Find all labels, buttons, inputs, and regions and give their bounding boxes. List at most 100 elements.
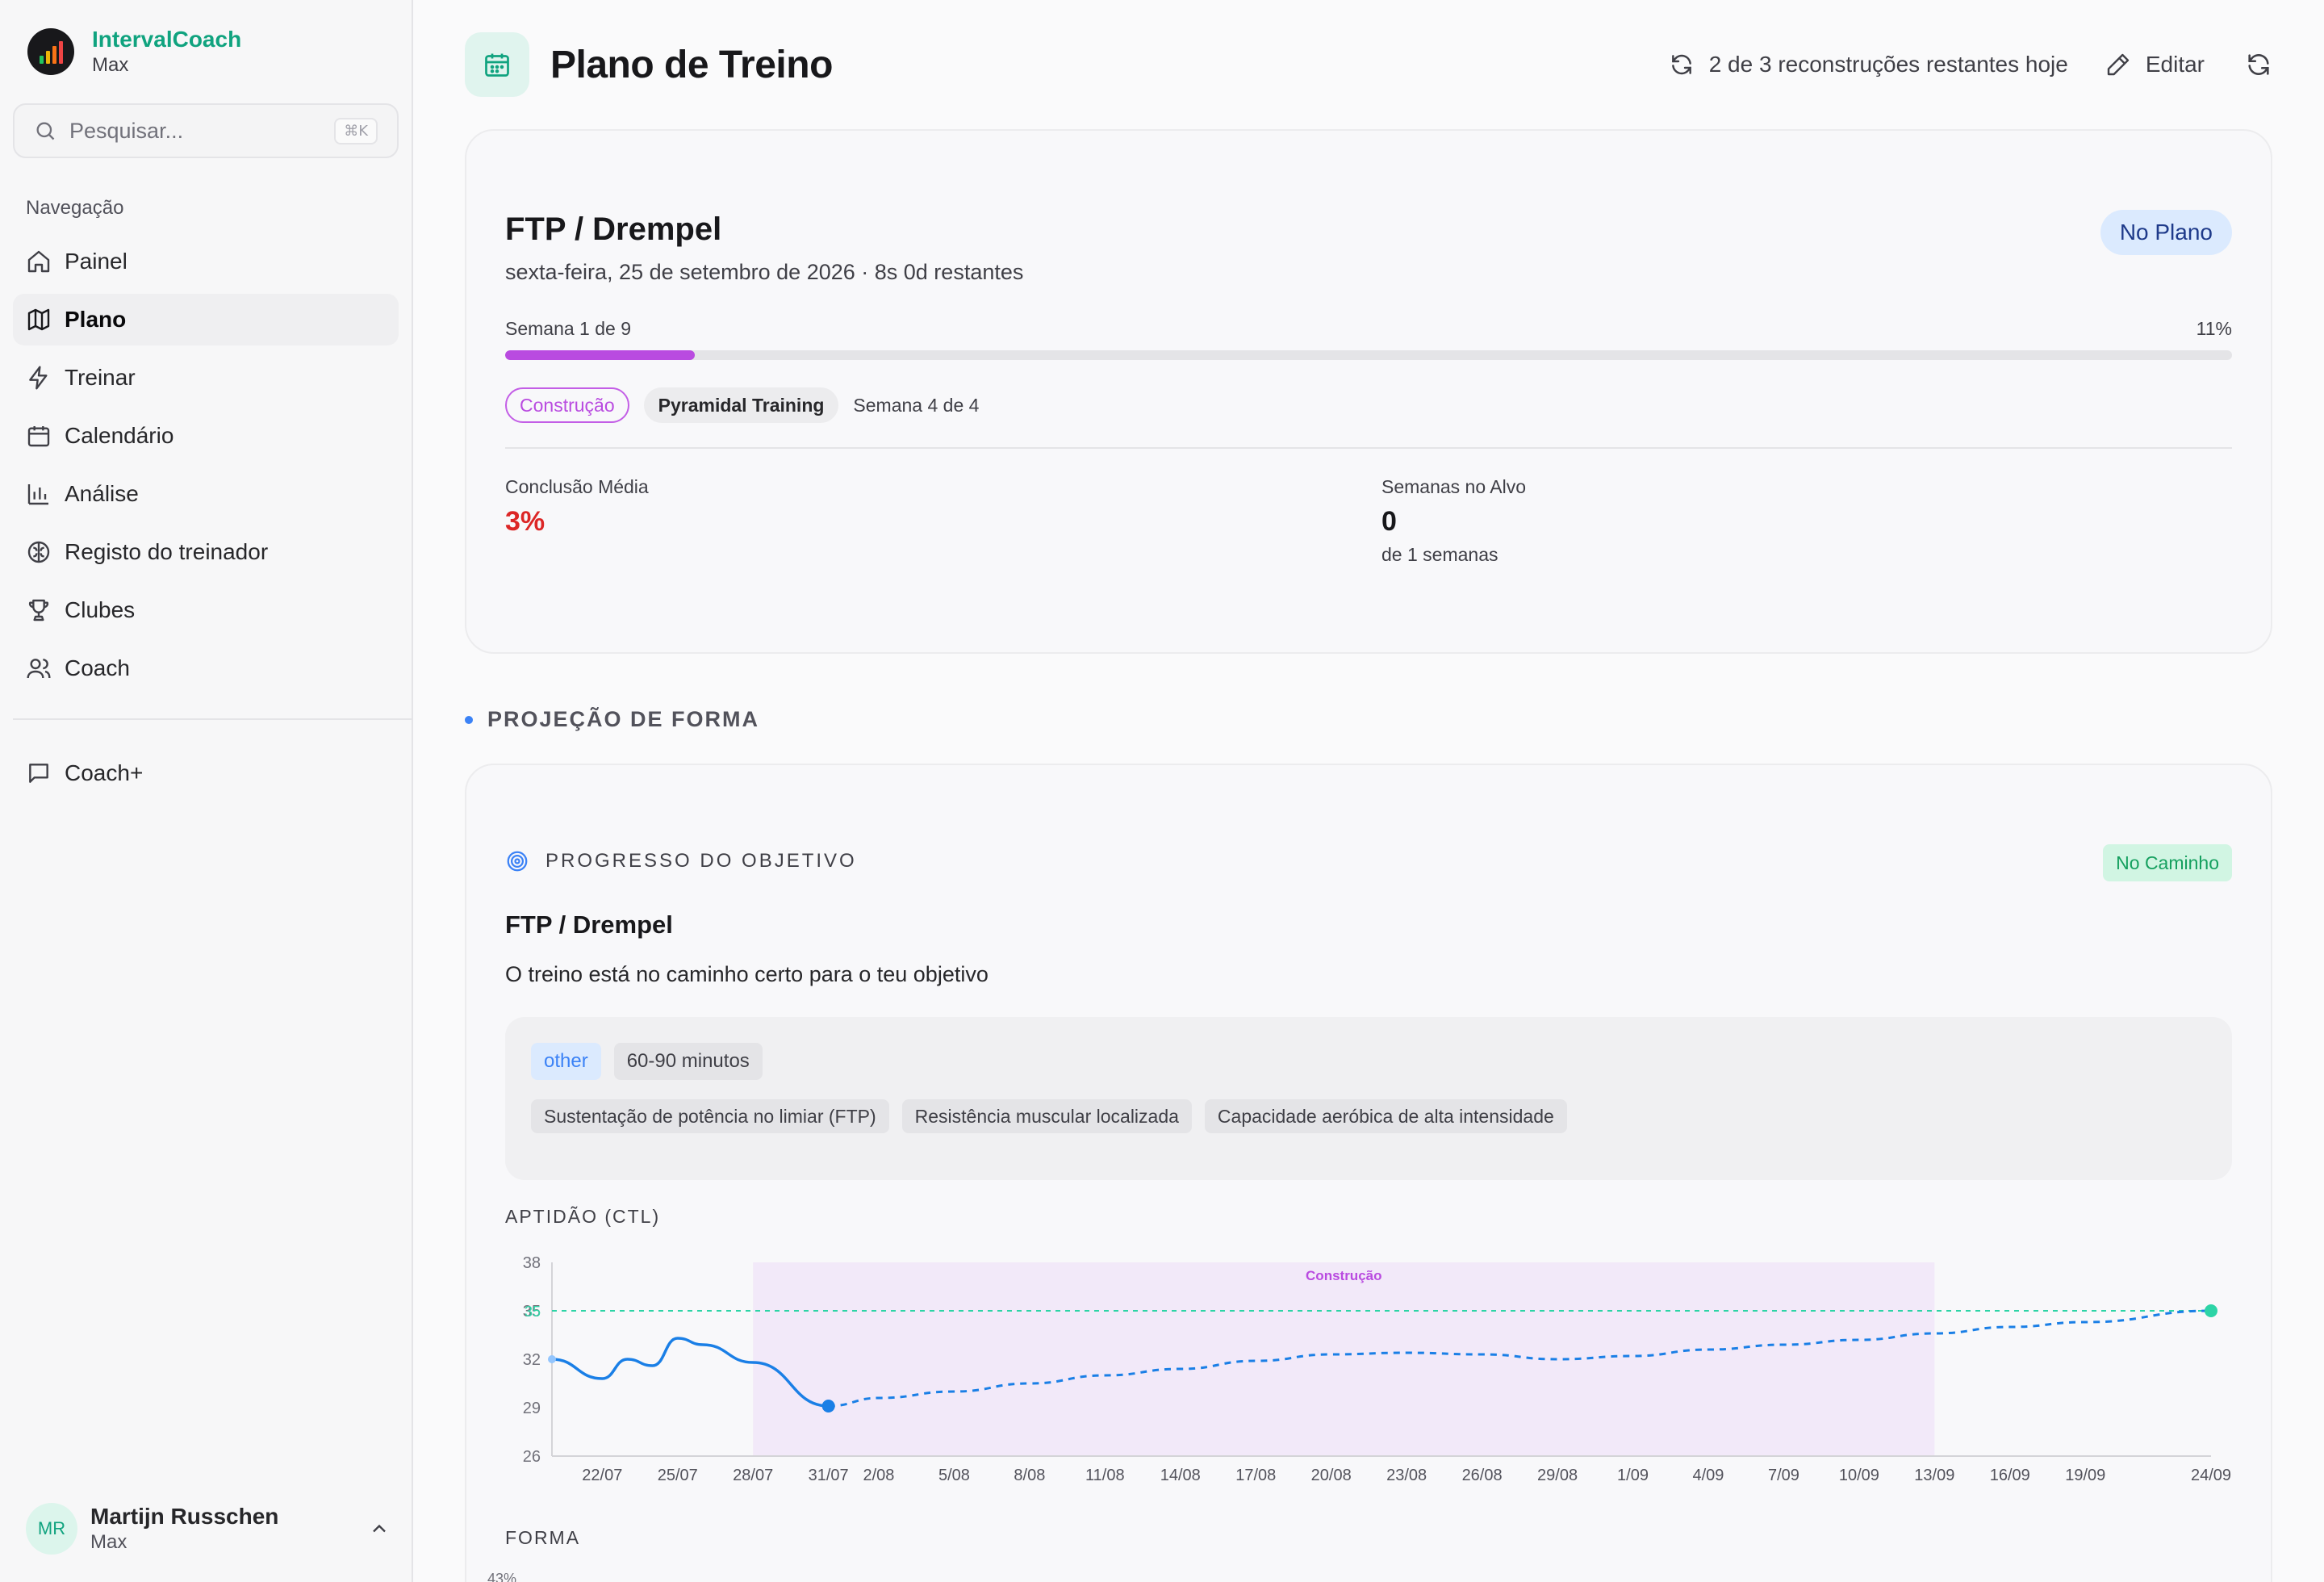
rebuilds-text: 2 de 3 reconstruções restantes hoje — [1708, 52, 2068, 77]
x-tick-label: 17/08 — [1235, 1467, 1276, 1484]
goal-type-chip: other — [531, 1043, 601, 1080]
block-tag: Pyramidal Training — [643, 387, 839, 423]
sidebar-item-painel[interactable]: Painel — [13, 236, 399, 287]
x-tick-label: 24/09 — [2191, 1467, 2231, 1484]
x-tick-label: 4/09 — [1693, 1467, 1724, 1484]
edit-button[interactable]: Editar — [2105, 52, 2205, 77]
search-icon — [36, 122, 55, 140]
search-shortcut: ⌘K — [334, 117, 378, 144]
calendar-icon — [27, 426, 50, 447]
search-placeholder: Pesquisar... — [69, 118, 184, 143]
status-badge: No Plano — [2100, 210, 2232, 255]
x-tick-label: 8/08 — [1014, 1467, 1045, 1484]
y-tick-label: 32 — [523, 1351, 541, 1369]
sidebar-divider — [13, 718, 412, 720]
sidebar-secondary-nav: Coach+ — [13, 747, 399, 806]
sidebar-nav: Painel Plano Treinar Calendário Análise … — [13, 236, 399, 701]
x-tick-label: 25/07 — [658, 1467, 698, 1484]
users-icon — [27, 659, 51, 679]
focus-chip: Resistência muscular localizada — [901, 1099, 1192, 1133]
sidebar-item-analise[interactable]: Análise — [13, 468, 399, 520]
x-tick-label: 23/08 — [1386, 1467, 1427, 1484]
weeks-on-target-stat: Semanas no Alvo 0 de 1 semanas — [1381, 476, 1526, 566]
target-label: 35 — [525, 1304, 541, 1320]
sidebar-item-registo[interactable]: Registo do treinador — [13, 526, 399, 578]
form-chart-tick: 43% — [487, 1571, 517, 1582]
sidebar-item-clubes[interactable]: Clubes — [13, 584, 399, 636]
refresh-icon — [1671, 54, 1691, 75]
map-icon — [27, 308, 50, 331]
section-dot — [465, 715, 473, 724]
sidebar-item-plano[interactable]: Plano — [13, 294, 399, 345]
nav-section-label: Navegação — [26, 197, 124, 219]
x-tick-label: 29/08 — [1537, 1467, 1578, 1484]
duration-chip: 60-90 minutos — [613, 1043, 763, 1080]
user-name: Martijn Russchen — [90, 1504, 279, 1529]
x-tick-label: 10/09 — [1839, 1467, 1879, 1484]
y-tick-label: 38 — [523, 1254, 541, 1272]
x-tick-label: 28/07 — [733, 1467, 773, 1484]
x-tick-label: 16/09 — [1990, 1467, 2030, 1484]
goal-progress-card: PROGRESSO DO OBJETIVO No Caminho FTP / D… — [465, 764, 2272, 1582]
sidebar-item-coach-plus[interactable]: Coach+ — [13, 747, 399, 799]
plan-date: sexta-feira, 25 de setembro de 2026 · 8s… — [505, 260, 1024, 284]
goal-details: other 60-90 minutos Sustentação de potên… — [505, 1017, 2232, 1180]
x-tick-label: 5/08 — [938, 1467, 970, 1484]
x-tick-label: 11/08 — [1085, 1467, 1125, 1484]
stat-label: Conclusão Média — [505, 476, 649, 497]
goal-subtitle: O treino está no caminho certo para o te… — [505, 962, 989, 986]
sidebar-item-label: Coach — [65, 655, 130, 680]
page-header: Plano de Treino 2 de 3 reconstruções res… — [465, 32, 2272, 97]
logo-icon — [27, 28, 74, 75]
search-input[interactable]: Pesquisar... ⌘K — [13, 103, 399, 158]
goal-point — [2205, 1304, 2217, 1317]
x-tick-label: 19/09 — [2065, 1467, 2105, 1484]
sidebar-item-label: Painel — [65, 249, 127, 274]
plan-progress-bar — [505, 350, 2232, 360]
x-tick-label: 7/09 — [1768, 1467, 1799, 1484]
form-chart-label: FORMA — [505, 1527, 581, 1548]
edit-label: Editar — [2145, 52, 2205, 77]
brand[interactable]: IntervalCoach Max — [27, 26, 241, 77]
chevron-up-icon[interactable] — [368, 1517, 391, 1540]
sidebar-item-treinar[interactable]: Treinar — [13, 352, 399, 404]
focus-chip: Sustentação de potência no limiar (FTP) — [531, 1099, 889, 1133]
target-icon — [507, 851, 528, 872]
sidebar-item-label: Calendário — [65, 423, 174, 448]
plan-progress-fill — [505, 350, 696, 360]
progress-percent: 11% — [2196, 318, 2232, 339]
brain-icon — [27, 541, 50, 563]
stat-value: 0 — [1381, 506, 1397, 537]
x-tick-label: 2/08 — [863, 1467, 895, 1484]
stat-value: 3% — [505, 506, 545, 537]
app-name: IntervalCoach — [92, 27, 242, 52]
x-tick-label: 31/07 — [809, 1467, 849, 1484]
y-tick-label: 26 — [523, 1448, 541, 1466]
phase-tag: Construção — [505, 387, 629, 423]
sidebar-item-label: Plano — [65, 307, 127, 332]
today-point — [821, 1400, 835, 1412]
user-menu[interactable]: MR Martijn Russchen Max — [26, 1503, 391, 1555]
sidebar-item-label: Coach+ — [65, 760, 144, 785]
sidebar-item-label: Treinar — [65, 365, 136, 390]
refresh-button[interactable] — [2245, 51, 2272, 78]
message-icon — [29, 764, 48, 783]
goal-header-label: PROGRESSO DO OBJETIVO — [545, 850, 857, 872]
x-tick-label: 1/09 — [1617, 1467, 1649, 1484]
sidebar-item-label: Análise — [65, 481, 139, 506]
trophy-icon — [28, 599, 49, 622]
goal-header: PROGRESSO DO OBJETIVO — [505, 849, 857, 873]
plan-summary-card: FTP / Drempel sexta-feira, 25 de setembr… — [465, 129, 2272, 654]
avatar: MR — [26, 1503, 77, 1555]
plan-title: FTP / Drempel — [505, 211, 722, 247]
goal-title: FTP / Drempel — [505, 910, 673, 939]
sidebar-item-calendario[interactable]: Calendário — [13, 410, 399, 462]
y-tick-label: 29 — [523, 1400, 541, 1417]
x-tick-label: 26/08 — [1462, 1467, 1503, 1484]
page-title: Plano de Treino — [550, 43, 833, 86]
x-tick-label: 20/08 — [1311, 1467, 1352, 1484]
focus-chip: Capacidade aeróbica de alta intensidade — [1204, 1099, 1567, 1133]
bar-chart-icon — [27, 484, 48, 505]
phase-band-label: Construção — [1306, 1268, 1381, 1283]
sidebar-item-coach[interactable]: Coach — [13, 642, 399, 694]
